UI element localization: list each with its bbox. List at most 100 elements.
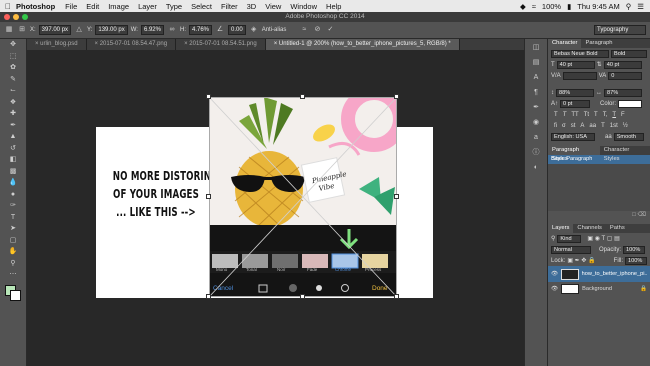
marquee-tool-icon[interactable]: ⬚: [0, 51, 26, 63]
character-icon[interactable]: A: [525, 72, 547, 84]
tab-channels[interactable]: Channels: [573, 224, 606, 233]
baseline-shift-field[interactable]: 0 pt: [560, 99, 591, 108]
old-style-button[interactable]: σ: [562, 123, 566, 129]
font-style-select[interactable]: Bold: [611, 49, 647, 58]
notification-icon[interactable]: ☰: [637, 2, 644, 11]
menu-file[interactable]: File: [65, 2, 77, 11]
dodge-tool-icon[interactable]: ●: [0, 189, 26, 201]
background-color-swatch[interactable]: [10, 289, 21, 301]
font-size-field[interactable]: 40 pt: [556, 60, 595, 69]
type-tool-icon[interactable]: T: [0, 212, 26, 224]
shape-tool-icon[interactable]: ▢: [0, 235, 26, 247]
wifi-icon[interactable]: ≈: [532, 2, 536, 11]
blend-mode-select[interactable]: Normal: [551, 245, 591, 254]
layer-row-background[interactable]: 👁 Background 🔒: [548, 282, 650, 296]
filter-icons[interactable]: ▣ ◉ T ▢ ▤: [587, 235, 619, 242]
small-caps-button[interactable]: Tt: [584, 112, 589, 118]
tab-character-styles[interactable]: Character Styles: [600, 146, 650, 162]
layer-name[interactable]: Background: [582, 286, 612, 292]
tab-layers[interactable]: Layers: [548, 224, 574, 233]
gradient-tool-icon[interactable]: ▩: [0, 166, 26, 178]
brush-tool-icon[interactable]: ✒: [0, 120, 26, 132]
canvas-area[interactable]: NO MORE DISTORING OF YOUR IMAGES ... LIK…: [27, 50, 524, 366]
spotlight-icon[interactable]: ⚲: [626, 2, 632, 11]
faux-bold-button[interactable]: T: [554, 112, 558, 118]
menu-3d[interactable]: 3D: [247, 2, 257, 11]
move-tool-icon[interactable]: ✥: [0, 39, 26, 51]
crop-tool-icon[interactable]: ⌙: [0, 85, 26, 97]
menu-layer[interactable]: Layer: [138, 2, 157, 11]
transformed-image-layer[interactable]: Pineapple Vibe Mono Tonal Noir Fade Chro…: [206, 94, 399, 299]
ordinals-button[interactable]: 1st: [610, 123, 618, 129]
menu-select[interactable]: Select: [191, 2, 212, 11]
tab-png-2[interactable]: × 2015-07-01 08.54.51.png: [176, 39, 266, 50]
menu-image[interactable]: Image: [108, 2, 129, 11]
close-window-button[interactable]: [4, 14, 10, 20]
layer-kind-select[interactable]: Kind: [557, 234, 582, 243]
tab-character[interactable]: Character: [548, 39, 582, 48]
transform-handle-right[interactable]: [394, 194, 399, 199]
commit-transform-icon[interactable]: ✓: [325, 25, 335, 35]
history-brush-tool-icon[interactable]: ↺: [0, 143, 26, 155]
transform-handle-top-left[interactable]: [206, 94, 211, 99]
quick-select-tool-icon[interactable]: ✎: [0, 74, 26, 86]
transform-handle-left[interactable]: [206, 194, 211, 199]
transform-handle-bottom-right[interactable]: [394, 294, 399, 299]
all-caps-button[interactable]: TT: [571, 112, 578, 118]
menu-edit[interactable]: Edit: [86, 2, 99, 11]
menu-window[interactable]: Window: [290, 2, 317, 11]
fill-field[interactable]: 100%: [625, 256, 647, 265]
clock[interactable]: Thu 9:45 AM: [577, 2, 620, 11]
workspace-select[interactable]: Typography: [594, 25, 646, 35]
battery-percent[interactable]: 100%: [542, 2, 561, 11]
minimize-window-button[interactable]: [13, 14, 19, 20]
tab-untitled-1[interactable]: × Untitled-1 @ 200% (how_to_better_iphon…: [265, 39, 460, 50]
paragraph-style-item[interactable]: Basic Paragraph: [548, 155, 650, 164]
blur-tool-icon[interactable]: 💧: [0, 177, 26, 189]
transform-handle-top[interactable]: [300, 94, 305, 99]
adjustments-icon[interactable]: ◐: [525, 162, 547, 174]
cancel-transform-icon[interactable]: ⊘: [312, 25, 322, 35]
strikethrough-button[interactable]: F: [621, 112, 625, 118]
horizontal-scale-field[interactable]: 87%: [604, 88, 642, 97]
tracking-field[interactable]: 0: [608, 71, 643, 80]
swash-button[interactable]: st: [571, 123, 576, 129]
battery-icon[interactable]: ▮: [567, 2, 571, 11]
delta-icon[interactable]: △: [74, 25, 84, 35]
language-select[interactable]: English: USA: [551, 132, 595, 141]
vertical-scale-field[interactable]: 88%: [556, 88, 594, 97]
zoom-window-button[interactable]: [22, 14, 28, 20]
ligatures-button[interactable]: fi: [554, 123, 557, 129]
dropbox-icon[interactable]: ◆: [520, 2, 526, 11]
menu-help[interactable]: Help: [326, 2, 341, 11]
eraser-tool-icon[interactable]: ◧: [0, 154, 26, 166]
transform-tool-icon[interactable]: ▦: [4, 25, 14, 35]
tab-urlin-blog[interactable]: × urlin_blog.psd: [27, 39, 87, 50]
reference-point-icon[interactable]: ⊞: [17, 25, 27, 35]
layer-name[interactable]: how_to_better_iphone_pi...: [582, 271, 647, 277]
contextual-button[interactable]: T: [601, 123, 605, 129]
angle-field[interactable]: 0.00: [228, 25, 246, 35]
glyph-icon[interactable]: a: [525, 132, 547, 144]
stamp-tool-icon[interactable]: ▲: [0, 131, 26, 143]
lock-icons[interactable]: ▣ ✒ ✥ 🔒: [567, 257, 595, 264]
subscript-button[interactable]: T,: [603, 112, 608, 118]
transform-handle-bottom[interactable]: [300, 294, 305, 299]
leading-field[interactable]: 40 pt: [603, 60, 642, 69]
visibility-eye-icon[interactable]: 👁: [551, 286, 558, 292]
kerning-field[interactable]: [562, 71, 597, 80]
delete-style-icon[interactable]: ⌫: [638, 212, 646, 218]
antialias-icon[interactable]: ◈: [249, 25, 259, 35]
titling-button[interactable]: aa: [589, 123, 596, 129]
text-color-swatch[interactable]: [618, 99, 643, 108]
tab-png-1[interactable]: × 2015-07-01 08.54.47.png: [87, 39, 177, 50]
transform-handle-bottom-left[interactable]: [206, 294, 211, 299]
eyedropper-tool-icon[interactable]: ❖: [0, 97, 26, 109]
tab-paths[interactable]: Paths: [606, 224, 629, 233]
opacity-field[interactable]: 100%: [623, 245, 646, 254]
stylistic-button[interactable]: A: [580, 123, 584, 129]
tab-paragraph[interactable]: Paragraph: [581, 39, 616, 48]
lasso-tool-icon[interactable]: ✿: [0, 62, 26, 74]
history-icon[interactable]: ◫: [525, 42, 547, 54]
brush-icon[interactable]: ✒: [525, 102, 547, 114]
